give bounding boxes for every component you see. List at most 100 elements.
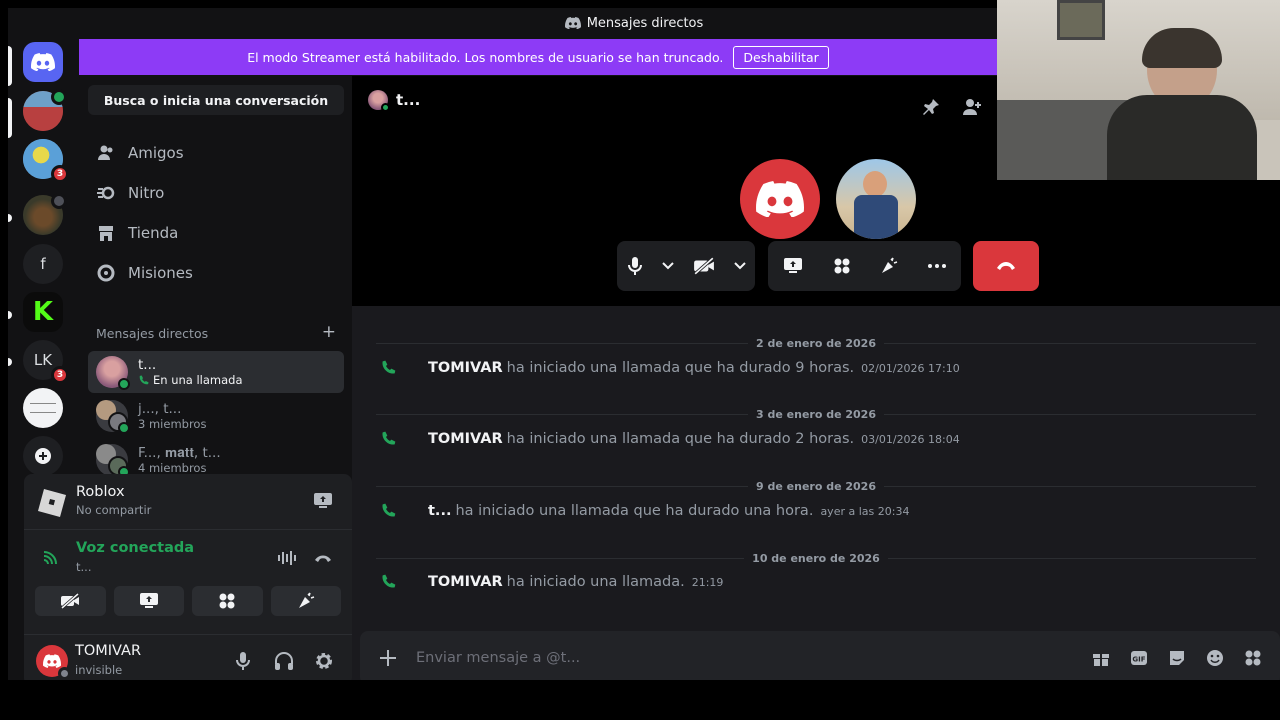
date-divider: 2 de enero de 2026 (368, 335, 1264, 351)
quests-icon (96, 263, 116, 283)
selected-indicator (8, 46, 12, 86)
server-avatar-2[interactable]: 3 (23, 139, 69, 183)
server-f[interactable]: f (23, 244, 63, 284)
user-avatar[interactable] (36, 645, 71, 680)
settings-gear-icon[interactable] (314, 651, 334, 671)
camera-off-icon[interactable] (693, 257, 715, 275)
plus-icon (35, 448, 51, 464)
unread-indicator (8, 311, 12, 319)
pin-icon[interactable] (922, 98, 940, 116)
activities-button[interactable] (192, 586, 263, 616)
nitro-icon (96, 183, 116, 203)
more-options-icon[interactable] (928, 264, 947, 268)
window-title: Mensajes directos (586, 15, 704, 31)
kick-logo-icon: K (32, 297, 54, 327)
streamer-mode-banner: El modo Streamer está habilitado. Los no… (79, 39, 997, 75)
call-message: TOMIVAR ha iniciado una llamada que ha d… (380, 429, 960, 449)
sticker-icon[interactable] (1168, 649, 1186, 667)
noise-suppression-icon[interactable] (277, 550, 297, 566)
call-message: TOMIVAR ha iniciado una llamada que ha d… (380, 358, 960, 378)
unread-indicator (8, 358, 12, 366)
svg-text:GIF: GIF (1132, 656, 1145, 664)
online-status-icon (381, 103, 390, 112)
voice-action-buttons (35, 586, 341, 618)
call-message: TOMIVAR ha iniciado una llamada. 21:19 (380, 572, 723, 592)
share-screen-icon[interactable] (783, 257, 803, 275)
participant-call-avatar (836, 159, 916, 239)
voice-connection: Voz conectada t... (24, 530, 352, 586)
emoji-icon[interactable] (1206, 649, 1224, 667)
add-friend-icon[interactable] (962, 98, 982, 116)
discord-icon (564, 17, 581, 29)
soundboard-button[interactable] (270, 586, 341, 616)
nav-item-shop[interactable]: Tienda (96, 216, 336, 250)
phone-icon (380, 574, 424, 590)
create-dm-plus-icon[interactable]: + (322, 324, 336, 341)
search-button[interactable]: Busca o inicia una conversación (88, 85, 344, 115)
disconnect-icon[interactable] (313, 550, 333, 566)
end-call-button[interactable] (973, 241, 1039, 291)
dm-header: Mensajes directos + (96, 322, 336, 342)
unread-indicator (8, 214, 12, 222)
attach-plus-icon[interactable] (360, 649, 416, 667)
message-input[interactable]: Enviar mensaje a @t... (416, 650, 1092, 666)
phone-icon (380, 503, 424, 519)
user-status: invisible (75, 663, 123, 677)
roblox-icon (36, 486, 68, 518)
share-screen-button[interactable] (113, 586, 184, 616)
invisible-status-icon (58, 667, 71, 680)
group-avatar (96, 444, 130, 478)
nav-item-quests[interactable]: Misiones (96, 256, 336, 290)
voice-channel[interactable]: t... (76, 560, 91, 574)
speaker-badge-icon (51, 89, 67, 105)
server-white[interactable] (23, 388, 63, 428)
soundboard-icon[interactable] (880, 257, 898, 275)
microphone-icon[interactable] (627, 256, 643, 276)
nav-item-nitro[interactable]: Nitro (96, 176, 336, 210)
share-screen-icon[interactable] (313, 492, 333, 510)
home-button[interactable] (23, 42, 63, 82)
apps-icon[interactable] (1244, 649, 1262, 667)
hang-up-icon (997, 262, 1015, 270)
user-panel: Roblox No compartir Voz conectada t... T… (24, 474, 352, 680)
activities-icon[interactable] (833, 257, 851, 275)
online-status-icon (118, 378, 130, 390)
nav-item-friends[interactable]: Amigos (96, 136, 336, 170)
activities-icon (219, 593, 235, 609)
activity-title: Roblox (76, 484, 125, 500)
friends-icon (96, 143, 116, 163)
disable-streamer-button[interactable]: Deshabilitar (733, 45, 829, 69)
chevron-down-icon[interactable] (733, 262, 746, 270)
gift-icon[interactable] (1092, 649, 1110, 667)
share-screen-icon (139, 593, 158, 608)
date-divider: 3 de enero de 2026 (368, 406, 1264, 422)
speaker-badge-icon (51, 193, 67, 209)
headphones-icon[interactable] (274, 651, 294, 671)
camera-off-button[interactable] (35, 586, 106, 616)
audio-video-controls (617, 241, 755, 291)
server-avatar-3[interactable] (23, 193, 67, 235)
server-avatar-1[interactable] (23, 89, 67, 131)
avatar (96, 356, 130, 390)
phone-icon (380, 360, 424, 376)
self-call-avatar (740, 159, 820, 239)
voice-status[interactable]: Voz conectada (76, 540, 194, 556)
message-composer: Enviar mensaje a @t... GIF (360, 631, 1280, 680)
add-server-button[interactable] (23, 436, 63, 476)
user-area: TOMIVAR invisible (24, 634, 352, 680)
activity-row: Roblox No compartir (24, 474, 352, 530)
message-list: 2 de enero de 2026 TOMIVAR ha iniciado u… (352, 306, 1280, 626)
username: TOMIVAR (75, 643, 142, 659)
chevron-down-icon[interactable] (661, 262, 674, 270)
webcam-overlay (997, 0, 1280, 180)
notification-badge: 3 (51, 366, 69, 384)
microphone-icon[interactable] (235, 651, 251, 671)
date-divider: 10 de enero de 2026 (368, 550, 1264, 566)
connection-signal-icon (42, 548, 60, 566)
shop-icon (96, 223, 116, 243)
dm-item-1[interactable]: j..., t... 3 miembros (88, 395, 344, 437)
dm-item-0[interactable]: t... En una llamada (88, 351, 344, 393)
server-k[interactable]: K (23, 292, 63, 332)
gif-icon[interactable]: GIF (1130, 649, 1148, 667)
server-lk[interactable]: LK 3 (23, 340, 69, 384)
